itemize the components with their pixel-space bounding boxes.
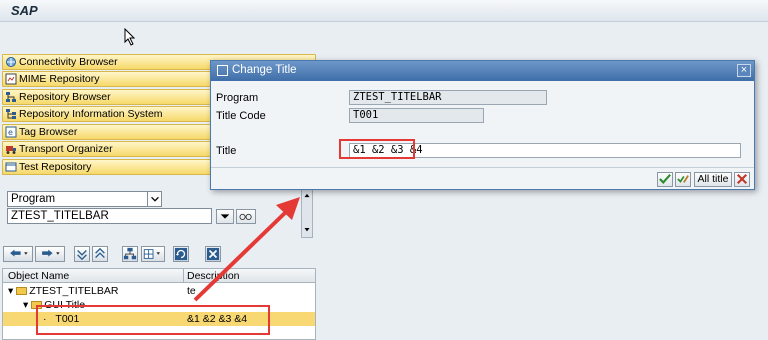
hierarchy-icon [123, 247, 137, 260]
cancel-button[interactable] [734, 172, 750, 187]
collapse-button[interactable] [74, 246, 90, 262]
highlight-box-dialog [339, 139, 415, 159]
tag-icon: e [5, 126, 17, 138]
tree-header: Object Name Description [3, 269, 315, 283]
checkmark-icon [659, 174, 671, 184]
close-button[interactable] [205, 246, 221, 262]
expand-button[interactable] [92, 246, 108, 262]
expand-icon [95, 247, 105, 258]
display-object-button[interactable] [141, 246, 165, 262]
refresh-button[interactable] [173, 246, 189, 262]
object-name-input[interactable]: ZTEST_TITELBAR [7, 208, 212, 224]
title-label: Title [216, 145, 237, 157]
grid-icon [143, 249, 160, 259]
back-button[interactable] [3, 246, 33, 262]
close-icon [206, 247, 220, 261]
dialog-title-bar: Change Title × [211, 61, 754, 81]
confirm-button[interactable] [657, 172, 673, 187]
forward-button[interactable] [35, 246, 65, 262]
dialog-separator [211, 167, 754, 168]
arrow-left-icon [10, 249, 28, 257]
edit-icon [217, 65, 228, 76]
truck-icon [6, 146, 16, 154]
refresh-icon [174, 247, 188, 261]
svg-text:e: e [8, 128, 13, 137]
object-type-select[interactable]: Program [7, 191, 162, 207]
display-glasses-button[interactable] [236, 209, 256, 224]
glasses-icon [239, 213, 252, 220]
repository-icon [6, 92, 16, 102]
column-separator [183, 269, 184, 283]
vertical-scrollbar[interactable] [301, 188, 313, 238]
app-title: SAP [11, 3, 38, 18]
change-title-dialog: Change Title × Program ZTEST_TITELBAR Ti… [210, 60, 755, 190]
program-label: Program [216, 92, 259, 104]
title-code-label: Title Code [216, 110, 266, 122]
column-object-name[interactable]: Object Name [8, 270, 69, 282]
tree-row-program[interactable]: ▾ ZTEST_TITELBAR te [3, 284, 315, 298]
cancel-x-icon [736, 173, 748, 185]
arrow-right-icon [42, 249, 60, 257]
dropdown-button[interactable] [216, 209, 234, 224]
all-title-button[interactable]: All title [694, 172, 732, 187]
hierarchy-button[interactable] [122, 246, 138, 262]
mime-icon [5, 73, 17, 85]
column-description[interactable]: Description [187, 270, 240, 282]
mouse-cursor-icon [124, 28, 136, 46]
title-code-field: T001 [349, 108, 484, 123]
highlight-box-tree [36, 305, 270, 335]
expand-arrow-icon[interactable]: ▾ [8, 285, 13, 297]
info-system-icon [6, 109, 16, 119]
test-icon [5, 162, 17, 172]
close-icon[interactable]: × [737, 64, 751, 77]
program-field: ZTEST_TITELBAR [349, 90, 547, 105]
edit-confirm-button[interactable] [675, 172, 691, 187]
folder-icon [16, 287, 28, 295]
collapse-icon [77, 250, 87, 261]
chevron-down-icon[interactable] [147, 192, 161, 206]
connectivity-icon [6, 57, 16, 67]
sap-title-bar: SAP [0, 0, 768, 22]
pencil-check-icon [677, 175, 689, 183]
expand-arrow-icon[interactable]: ▾ [23, 299, 28, 311]
